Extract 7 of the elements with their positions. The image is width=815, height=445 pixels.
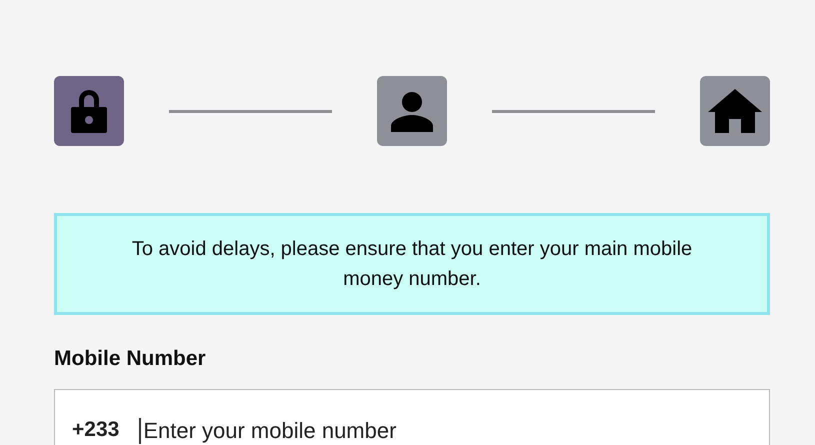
mobile-number-input[interactable]: Enter your mobile number bbox=[139, 418, 769, 444]
mobile-number-field[interactable]: +233 Enter your mobile number bbox=[54, 389, 770, 445]
lock-icon bbox=[69, 87, 109, 135]
notice-text: To avoid delays, please ensure that you enter your main mobile money number. bbox=[130, 237, 694, 292]
home-icon bbox=[708, 89, 762, 133]
field-label: Mobile Number bbox=[54, 347, 206, 371]
country-code: +233 bbox=[72, 418, 120, 442]
